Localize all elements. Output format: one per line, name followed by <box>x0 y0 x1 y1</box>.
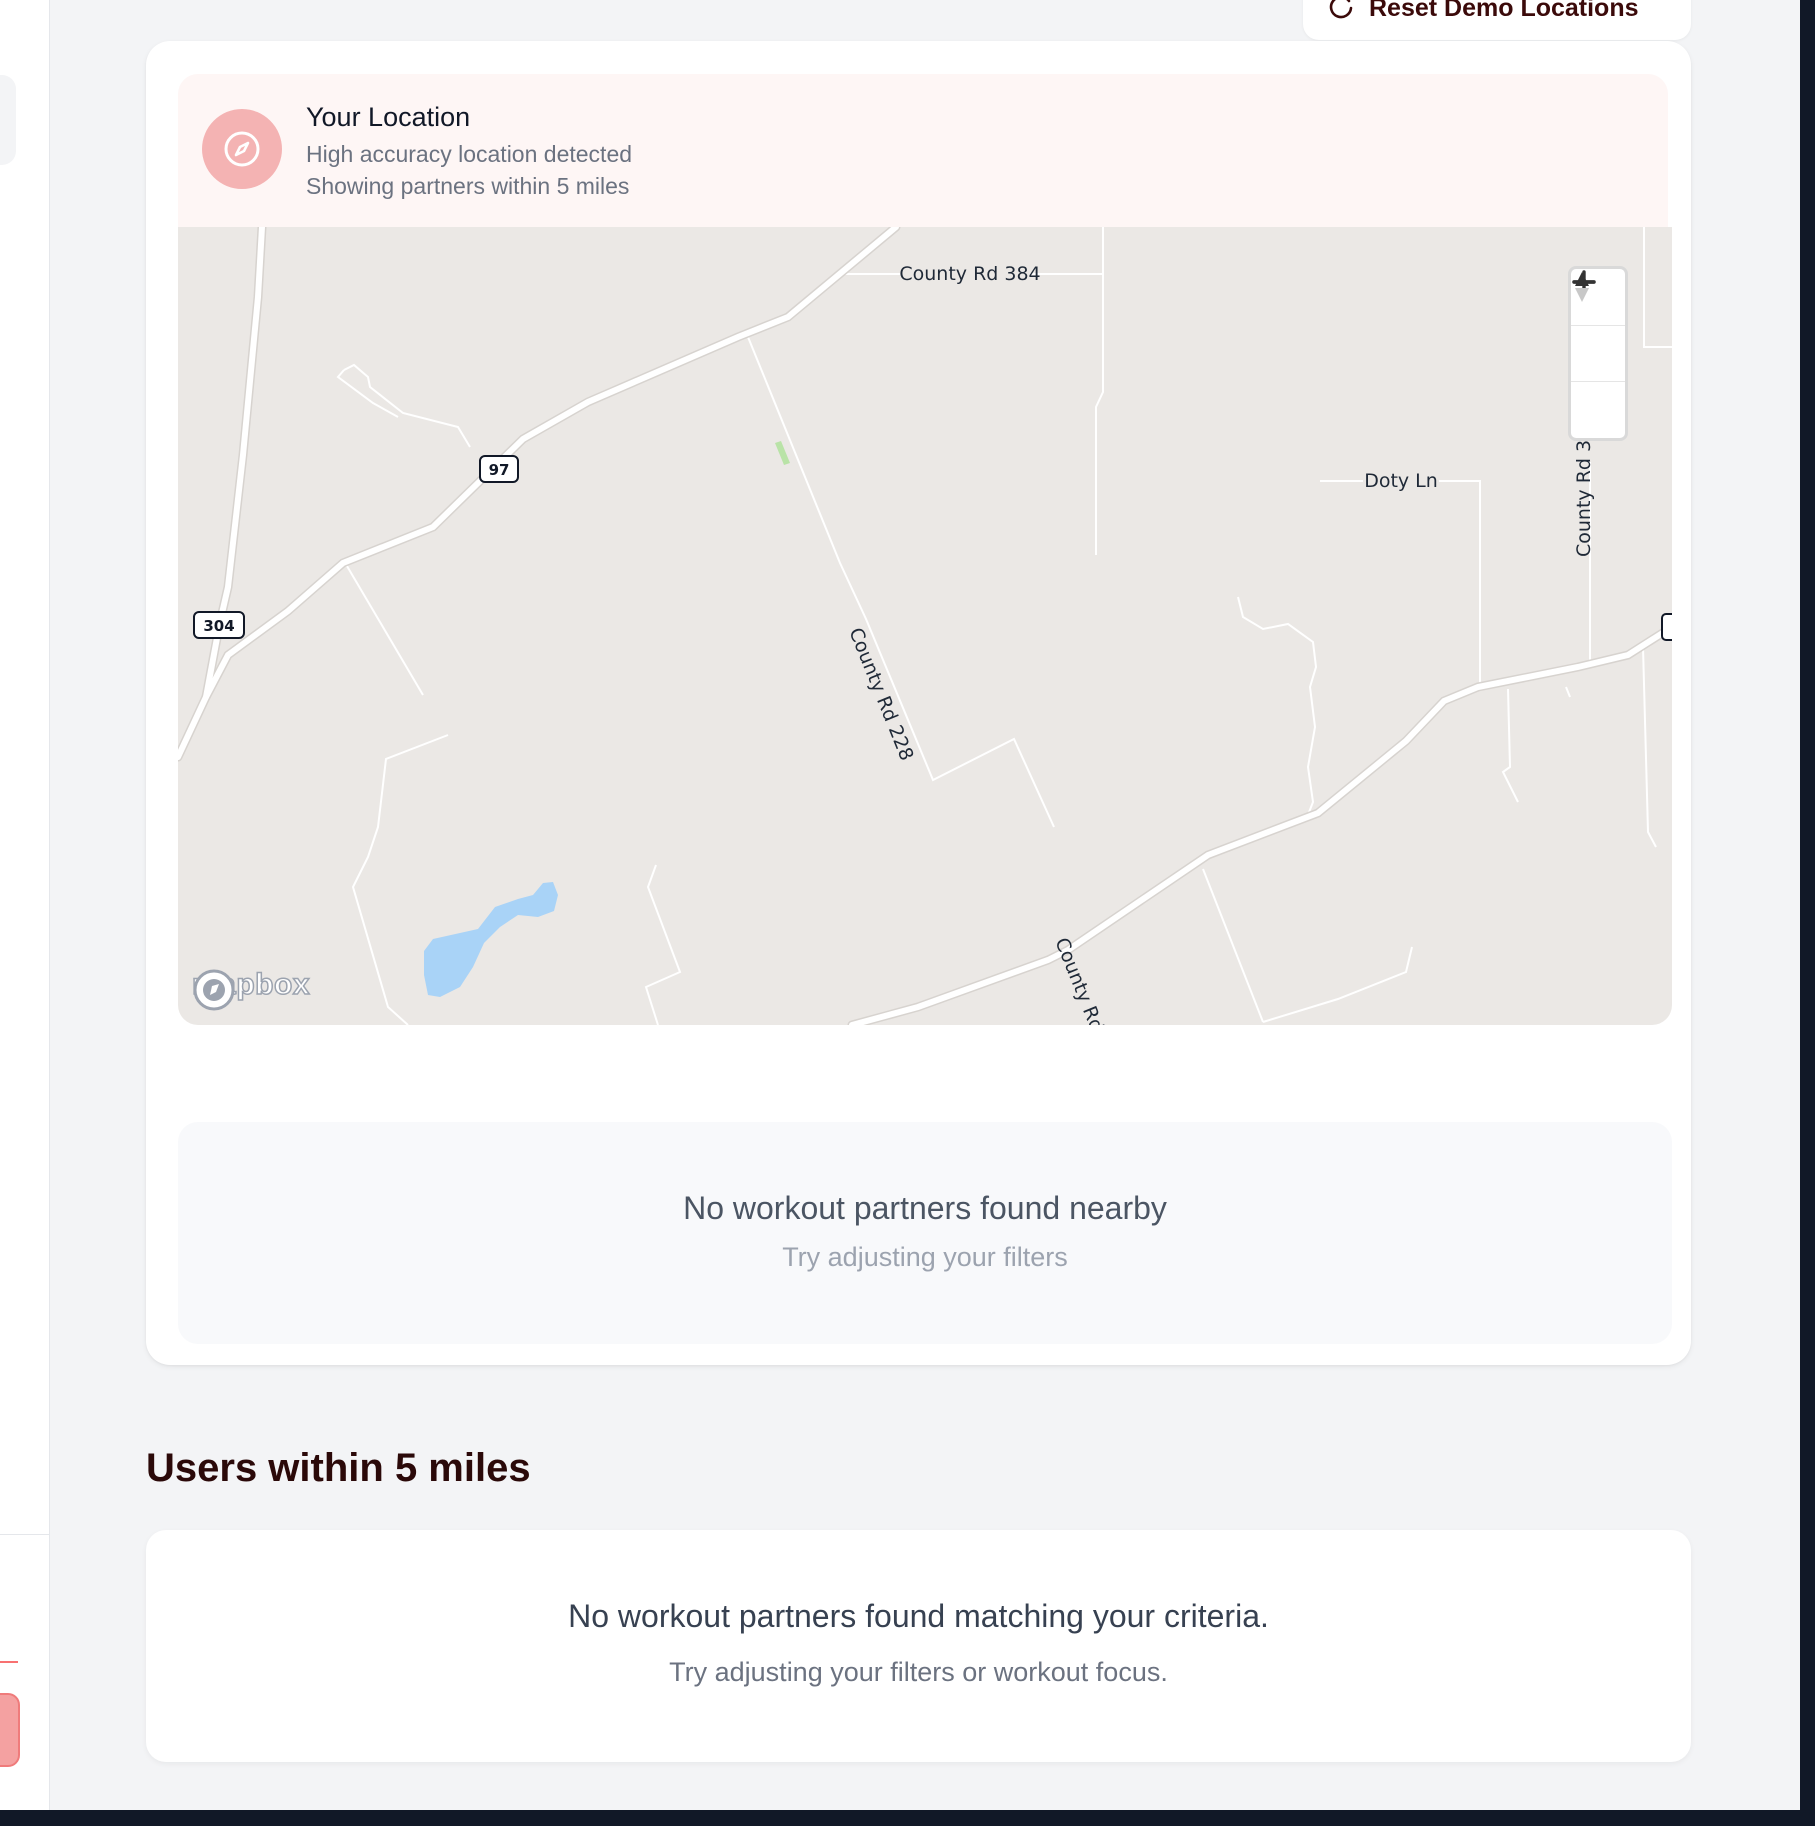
map-canvas: 97 304 County Rd 384 Doty Ln County Rd 2… <box>178 227 1672 1025</box>
shield-304-label: 304 <box>203 617 234 635</box>
compass-icon <box>202 109 282 189</box>
reset-demo-locations-button[interactable]: Reset Demo Locations <box>1303 0 1691 40</box>
refresh-icon <box>1327 0 1355 25</box>
users-empty-subtitle: Try adjusting your filters or workout fo… <box>669 1657 1168 1687</box>
mapbox-attribution[interactable]: mapbox <box>191 967 310 1011</box>
zoom-out-button[interactable] <box>1571 280 1625 383</box>
road-label-county-rd-228: County Rd 228 <box>844 625 917 764</box>
highway-shield-304: 304 <box>193 611 245 639</box>
road-label-county-rd-384: County Rd 384 <box>899 263 1040 285</box>
sidebar-accent-line <box>0 1661 18 1663</box>
road-label-county-rd-38: County Rd 38 <box>1573 428 1595 557</box>
location-accuracy-text: High accuracy location detected <box>306 141 633 167</box>
shield-97-label: 97 <box>489 461 510 479</box>
sidebar-item[interactable] <box>0 75 16 165</box>
users-empty-title: No workout partners found matching your … <box>568 1598 1269 1634</box>
mapbox-logo-icon <box>193 969 235 1011</box>
sidebar-divider <box>0 1534 49 1535</box>
users-empty-card: No workout partners found matching your … <box>146 1530 1691 1762</box>
highway-shield-97: 97 <box>479 455 519 483</box>
north-arrow-icon <box>1575 272 1589 302</box>
road-label-county-rd-bottom: County Rd <box>1050 935 1107 1025</box>
nearby-empty-subtitle: Try adjusting your filters <box>782 1242 1068 1272</box>
road-label-doty-ln: Doty Ln <box>1364 470 1438 492</box>
reset-bearing-button[interactable] <box>1571 272 1625 438</box>
nearby-empty-state: No workout partners found nearby Try adj… <box>178 1122 1672 1344</box>
reset-button-label: Reset Demo Locations <box>1369 0 1639 22</box>
users-section-title: Users within 5 miles <box>146 1446 531 1490</box>
location-title: Your Location <box>306 102 471 132</box>
lake <box>424 882 558 997</box>
location-banner: Your Location High accuracy location det… <box>178 74 1668 228</box>
map-navigation-control <box>1568 266 1628 441</box>
sidebar <box>0 0 50 1810</box>
park-area <box>775 441 790 465</box>
location-radius-text: Showing partners within 5 miles <box>306 173 630 199</box>
map-card: Your Location High accuracy location det… <box>146 41 1691 1365</box>
app-viewport: Reset Demo Locations Your Location High … <box>0 0 1800 1810</box>
nearby-empty-title: No workout partners found nearby <box>683 1190 1167 1226</box>
sidebar-action-button[interactable] <box>0 1693 20 1767</box>
highway-shield-partial <box>1661 613 1672 641</box>
map-view[interactable]: 97 304 County Rd 384 Doty Ln County Rd 2… <box>178 227 1672 1025</box>
